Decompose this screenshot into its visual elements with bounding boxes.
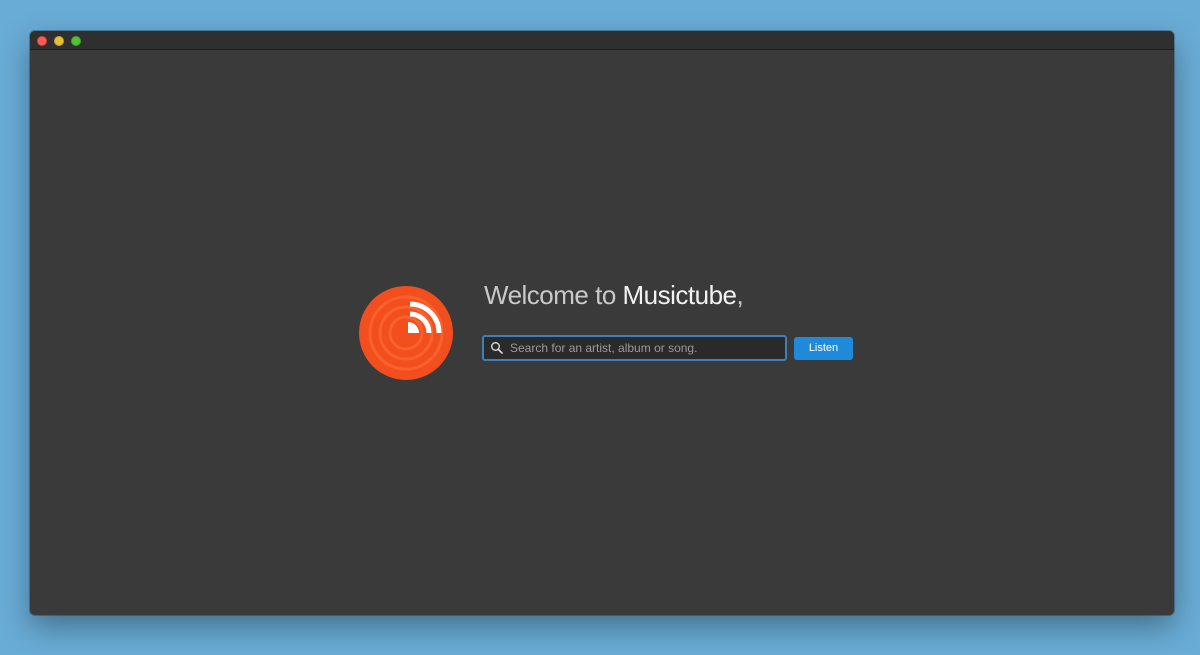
zoom-window-button[interactable] — [71, 36, 81, 46]
app-name: Musictube — [622, 280, 738, 310]
welcome-prefix: Welcome to — [484, 280, 623, 310]
app-window: Welcome to Musictube, Listen — [30, 31, 1174, 615]
title-bar[interactable] — [30, 31, 1174, 50]
listen-button[interactable]: Listen — [794, 337, 853, 360]
search-input[interactable] — [510, 337, 780, 359]
welcome-heading: Welcome to Musictube, — [484, 280, 744, 311]
search-box[interactable] — [482, 335, 787, 361]
musictube-logo-icon — [359, 286, 453, 380]
search-icon — [491, 342, 503, 354]
minimize-window-button[interactable] — [54, 36, 64, 46]
welcome-suffix: , — [736, 280, 744, 310]
close-window-button[interactable] — [37, 36, 47, 46]
